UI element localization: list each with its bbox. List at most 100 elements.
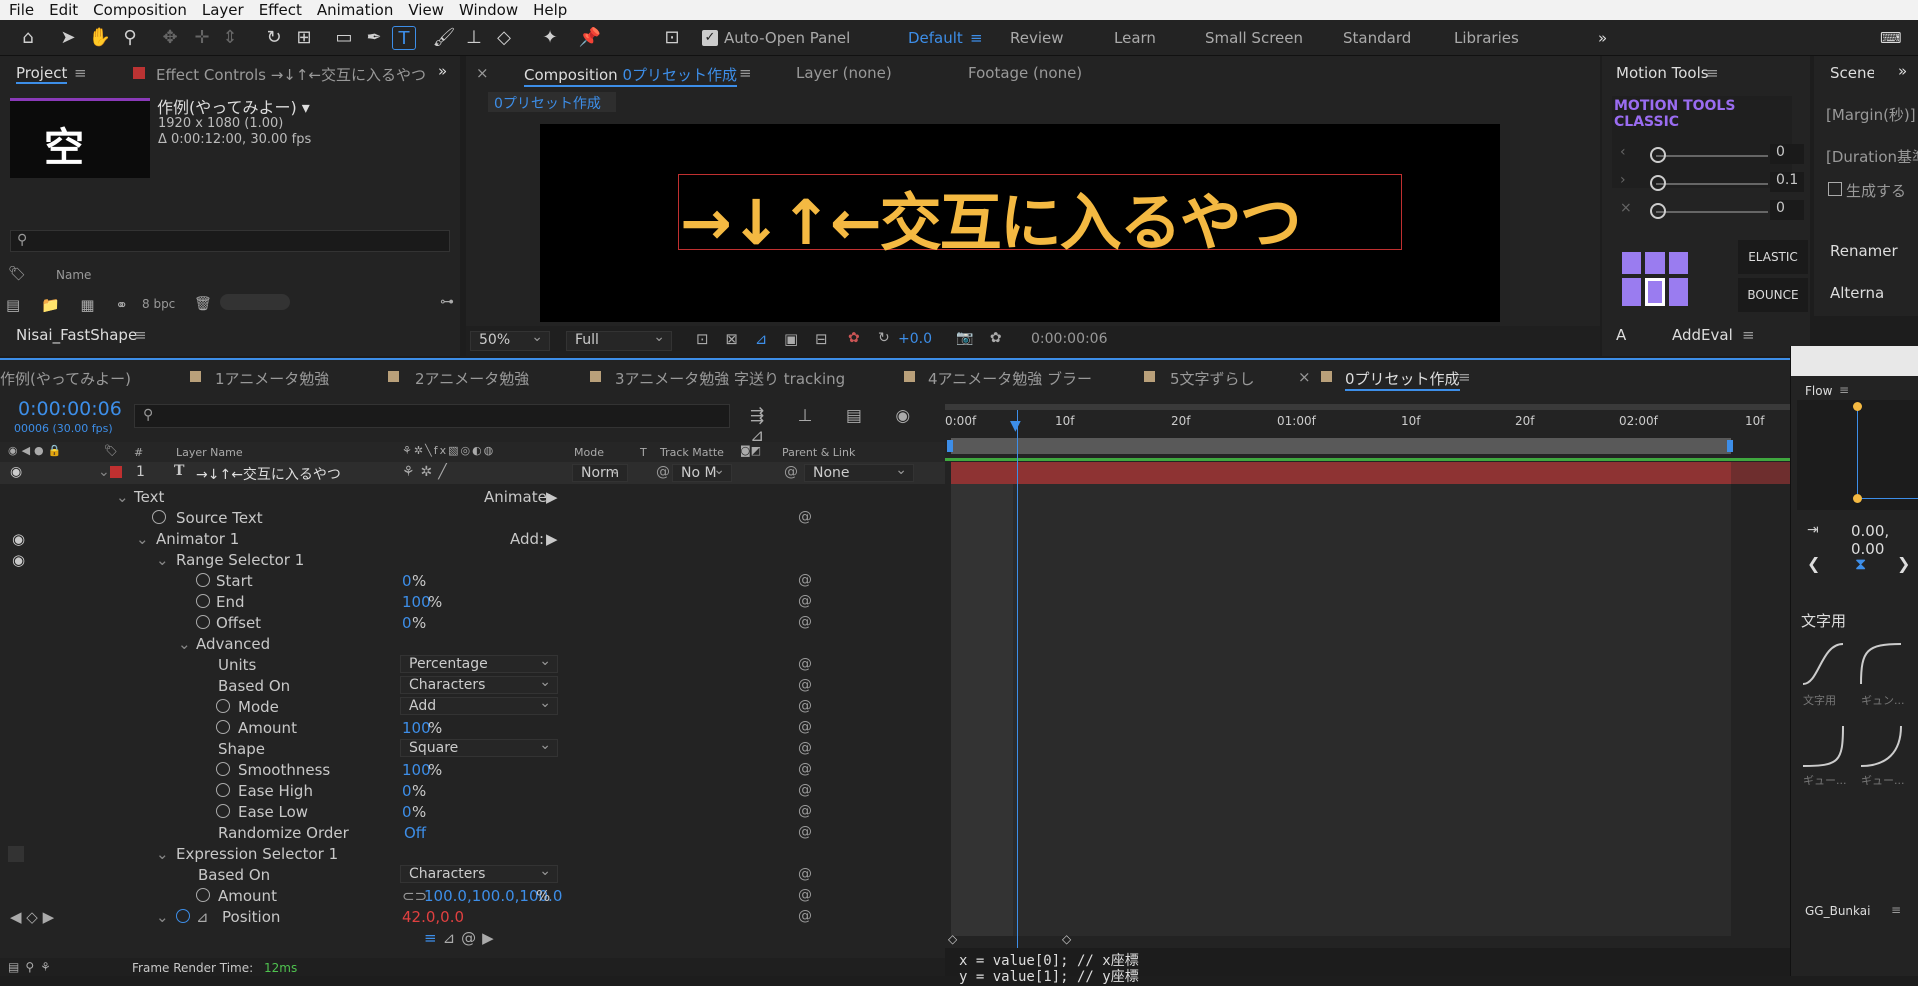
- tab-scene[interactable]: Scene5: [1830, 64, 1874, 82]
- close-icon[interactable]: ×: [476, 64, 489, 82]
- anchor-tool-icon[interactable]: ⊞: [292, 26, 316, 50]
- smoothness-value[interactable]: 100: [402, 761, 431, 779]
- eye-icon[interactable]: ◉: [10, 464, 22, 480]
- comp-name[interactable]: 作例(やってみよー) ▾: [157, 94, 310, 118]
- layer-name-header[interactable]: Layer Name: [176, 446, 243, 459]
- motion-menu-icon[interactable]: ≡: [1706, 64, 1719, 82]
- timeline-search-input[interactable]: ⚲: [134, 404, 730, 428]
- parent-select[interactable]: None: [804, 462, 914, 482]
- stopwatch-icon[interactable]: [216, 783, 230, 797]
- anchor-grid[interactable]: [1622, 252, 1688, 306]
- gg-menu-icon[interactable]: ≡: [1891, 903, 1901, 917]
- offset-value[interactable]: 0: [402, 614, 412, 632]
- breadcrumb[interactable]: 0プリセット作成: [488, 92, 616, 112]
- timeline-tab-1[interactable]: 1アニメータ勉強: [215, 368, 329, 389]
- renamer-tab[interactable]: Renamer: [1830, 242, 1898, 260]
- based-on-2-select[interactable]: Characters: [400, 863, 558, 883]
- matte-pickwhip-icon[interactable]: @: [656, 464, 670, 480]
- generate-checkbox[interactable]: [1828, 182, 1842, 196]
- selection-tool-icon[interactable]: ➤: [56, 26, 80, 50]
- motion-tools-title[interactable]: Motion Tools: [1616, 64, 1709, 82]
- mode-select[interactable]: Add: [400, 695, 558, 715]
- expression-pickwhip-icon[interactable]: @: [798, 782, 812, 798]
- work-area-end[interactable]: [1727, 440, 1733, 452]
- ease-low-value[interactable]: 0: [402, 803, 412, 821]
- track-matte-select[interactable]: No M: [672, 462, 732, 482]
- elastic-button[interactable]: ELASTIC: [1738, 240, 1808, 274]
- layer-row[interactable]: ◉ ⌄ 1 T →↓↑←交互に入るやつ ⚘✲╱ Norm @ No M @ No…: [0, 462, 945, 484]
- graph-icon[interactable]: ⊿: [196, 908, 209, 926]
- curve-preset-3[interactable]: [1799, 722, 1847, 770]
- twirl-icon[interactable]: ⌄: [156, 551, 169, 569]
- next-icon[interactable]: ❯: [1897, 554, 1910, 573]
- add-menu-icon[interactable]: ▶: [546, 530, 558, 548]
- twirl-icon[interactable]: ⌄: [116, 488, 129, 506]
- slider-3-knob[interactable]: [1650, 203, 1666, 219]
- current-time[interactable]: 0:00:00:06: [18, 398, 122, 420]
- curve-handle-bottom[interactable]: [1853, 494, 1862, 503]
- ease-icon[interactable]: ⧗: [1855, 554, 1866, 574]
- expression-pickwhip-icon[interactable]: @: [798, 677, 812, 693]
- exposure-value[interactable]: +0.0: [898, 331, 932, 347]
- keyframe-2[interactable]: ◇: [1062, 932, 1071, 946]
- project-footer-icons[interactable]: ▤ 📁 ▦ ⚭: [6, 296, 136, 314]
- timeline-switch-icons[interactable]: ⇶ ⊥ ▤ ◉ ⊿: [750, 406, 945, 446]
- bounce-button[interactable]: BOUNCE: [1738, 278, 1808, 312]
- snapshot-icons[interactable]: 📷 ✿: [956, 330, 1008, 346]
- flowchart-icon[interactable]: ⊶: [440, 294, 454, 310]
- project-search-input[interactable]: ⚲: [10, 230, 450, 252]
- footer-icons[interactable]: ▤⚲⚘: [8, 960, 57, 974]
- twirl-icon[interactable]: ⌄: [98, 464, 110, 480]
- comp-viewer[interactable]: →↓↑←交互に入るやつ: [540, 124, 1500, 322]
- panel-overflow-icon[interactable]: »: [438, 62, 447, 80]
- curve-preset-2[interactable]: [1857, 640, 1905, 688]
- fastshape-tab[interactable]: Nisai_FastShape: [16, 326, 137, 344]
- shape-select[interactable]: Square: [400, 737, 558, 757]
- thumbnail-slider[interactable]: [220, 294, 290, 310]
- curve-handle-top[interactable]: [1853, 402, 1862, 411]
- roto-tool-icon[interactable]: ✦: [538, 26, 562, 50]
- tab-layer[interactable]: Layer (none): [796, 64, 892, 82]
- slider-1-knob[interactable]: [1650, 147, 1666, 163]
- home-icon[interactable]: ⌂: [16, 26, 40, 50]
- twirl-icon[interactable]: ⌄: [178, 635, 191, 653]
- close-icon[interactable]: ×: [1298, 368, 1311, 386]
- stopwatch-icon[interactable]: [196, 573, 210, 587]
- curve-preset-4[interactable]: [1857, 722, 1905, 770]
- viewer-timecode[interactable]: 0:00:00:06: [1031, 331, 1108, 347]
- eye-icon[interactable]: ◉: [12, 551, 25, 569]
- menu-view[interactable]: View: [408, 1, 444, 19]
- bpc-label[interactable]: 8 bpc: [142, 297, 175, 311]
- a-tab[interactable]: A: [1616, 326, 1626, 344]
- work-area-bar[interactable]: [945, 404, 1790, 410]
- tab-composition[interactable]: Composition 0プリセット作成: [524, 64, 738, 87]
- twirl-icon[interactable]: ⌄: [156, 845, 169, 863]
- start-value[interactable]: 0: [402, 572, 412, 590]
- tab-project[interactable]: Project: [16, 64, 68, 84]
- fastshape-menu-icon[interactable]: ≡: [134, 326, 147, 344]
- playhead-line[interactable]: [1017, 410, 1018, 950]
- layer-color-label[interactable]: [110, 466, 122, 478]
- resolution-select[interactable]: Full: [566, 329, 672, 351]
- comp-menu-icon[interactable]: ≡: [739, 64, 752, 82]
- orbit-tool-icon[interactable]: ✥: [158, 26, 182, 50]
- apply-icon[interactable]: ⇥: [1807, 522, 1819, 538]
- timeline-tab-0[interactable]: 作例(やってみよー): [0, 368, 131, 389]
- timeline-tab-4[interactable]: 4アニメータ勉強 ブラー: [928, 368, 1092, 389]
- position-value[interactable]: 42.0,0.0: [402, 908, 464, 926]
- expression-pickwhip-icon[interactable]: @: [798, 740, 812, 756]
- timeline-tab-5[interactable]: 5文字ずらし: [1170, 368, 1255, 389]
- video-switch[interactable]: [8, 846, 24, 862]
- stopwatch-icon[interactable]: [196, 888, 210, 902]
- brush-tool-icon[interactable]: 🖌: [432, 26, 456, 50]
- expression-pickwhip-icon[interactable]: @: [798, 761, 812, 777]
- value-2[interactable]: 0.1: [1770, 172, 1804, 192]
- expression-pickwhip-icon[interactable]: @: [798, 572, 812, 588]
- menu-file[interactable]: File: [9, 1, 34, 19]
- expression-pickwhip-icon[interactable]: @: [798, 698, 812, 714]
- units-select[interactable]: Percentage: [400, 653, 558, 673]
- trash-icon[interactable]: 🗑: [194, 296, 212, 312]
- slider-1-track[interactable]: [1656, 155, 1768, 157]
- expression-controls-icons[interactable]: ≡⊿@▶: [424, 929, 500, 947]
- slider-3-track[interactable]: [1656, 211, 1768, 213]
